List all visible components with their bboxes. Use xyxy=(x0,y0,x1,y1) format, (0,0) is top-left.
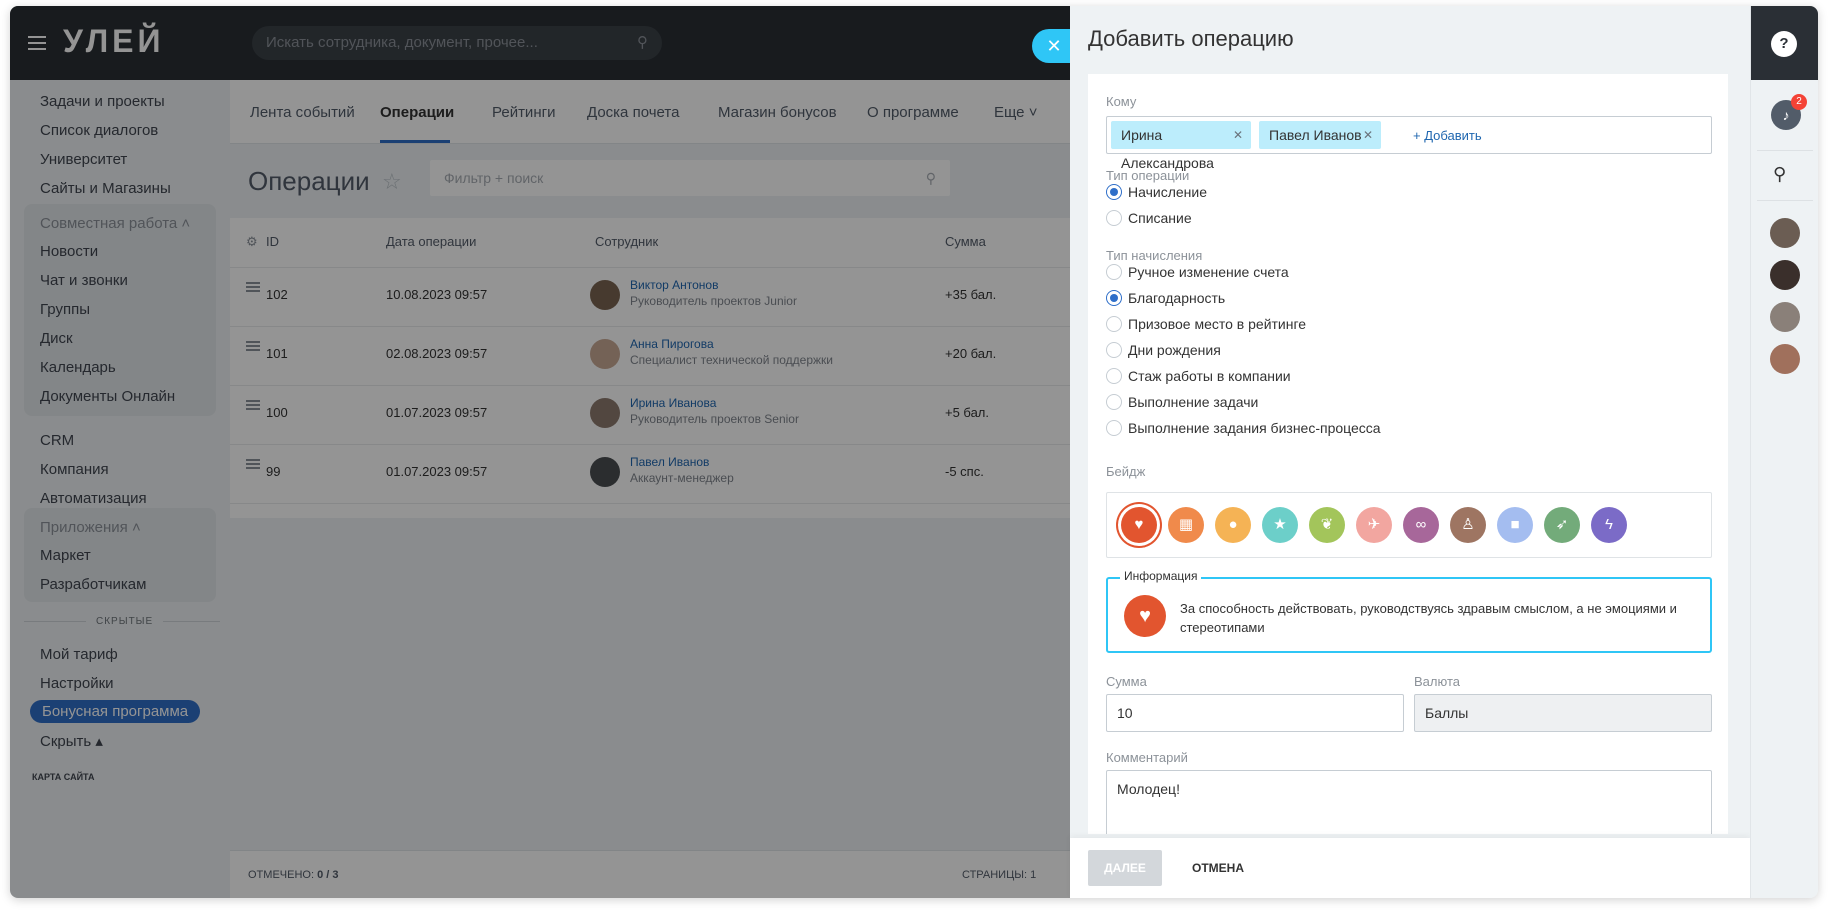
currency-label: Валюта xyxy=(1414,674,1460,689)
sum-label: Сумма xyxy=(1106,674,1147,689)
modal-overlay[interactable] xyxy=(10,6,1070,898)
heart-icon[interactable]: ♥ xyxy=(1121,507,1157,543)
comment-label: Комментарий xyxy=(1106,750,1188,765)
recipient-name: Павел Иванов xyxy=(1269,127,1362,143)
help-area: ? xyxy=(1751,6,1818,80)
app-window: УЛЕЙ Искать сотрудника, документ, прочее… xyxy=(10,6,1818,898)
recipient-name: Ирина Александрова xyxy=(1121,127,1214,171)
comment-textarea[interactable]: Молодец! xyxy=(1106,770,1712,834)
info-box: Информация ♥ За способность действовать,… xyxy=(1106,569,1712,653)
cake-icon[interactable]: ▦ xyxy=(1168,507,1204,543)
radio-label: Благодарность xyxy=(1128,290,1226,306)
next-button[interactable]: ДАЛЕЕ xyxy=(1088,850,1162,886)
radio-button[interactable] xyxy=(1106,368,1122,384)
avatar[interactable] xyxy=(1770,302,1800,332)
remove-icon[interactable]: ✕ xyxy=(1233,121,1243,149)
recipients-field[interactable]: Ирина Александрова ✕ Павел Иванов ✕ + До… xyxy=(1106,116,1712,171)
recipient-chip[interactable]: Ирина Александрова ✕ xyxy=(1111,121,1251,171)
bell-icon: ♪ xyxy=(1782,107,1790,123)
radio-button[interactable] xyxy=(1106,394,1122,410)
operation-form: Кому Ирина Александрова ✕ Павел Иванов ✕… xyxy=(1088,74,1728,834)
chat-icon[interactable]: ● xyxy=(1215,507,1251,543)
divider xyxy=(1757,150,1813,151)
bolt-icon[interactable]: ϟ xyxy=(1591,507,1627,543)
recipient-chip[interactable]: Павел Иванов ✕ xyxy=(1259,121,1381,149)
radio-button[interactable] xyxy=(1106,210,1122,226)
help-icon[interactable]: ? xyxy=(1771,31,1797,57)
radio-label: Дни рождения xyxy=(1128,342,1221,358)
right-rail: ? ♪ 2 ⚲ xyxy=(1750,6,1818,898)
radio-button[interactable] xyxy=(1106,184,1122,200)
avatar[interactable] xyxy=(1770,260,1800,290)
radio-button[interactable] xyxy=(1106,342,1122,358)
close-panel-button[interactable]: ✕ xyxy=(1032,29,1072,63)
cancel-button[interactable]: ОТМЕНА xyxy=(1192,850,1244,886)
panel-footer: ДАЛЕЕ ОТМЕНА xyxy=(1070,838,1750,898)
currency-field: Баллы xyxy=(1414,694,1712,732)
rocket-icon[interactable]: ➶ xyxy=(1544,507,1580,543)
badge-picker: ♥ ▦ ● ★ ❦ ✈ ∞ ♙ ■ ➶ ϟ xyxy=(1106,492,1712,558)
divider xyxy=(1757,200,1813,201)
radio-button[interactable] xyxy=(1106,420,1122,436)
radio-label: Призовое место в рейтинге xyxy=(1128,316,1307,332)
gift-icon[interactable]: ■ xyxy=(1497,507,1533,543)
remove-icon[interactable]: ✕ xyxy=(1363,121,1373,149)
panel-title: Добавить операцию xyxy=(1088,26,1294,51)
binoculars-icon[interactable]: ∞ xyxy=(1403,507,1439,543)
radio-label: Выполнение задачи xyxy=(1128,394,1259,410)
notifications-button[interactable]: ♪ 2 xyxy=(1771,94,1807,130)
leaf-icon[interactable]: ❦ xyxy=(1309,507,1345,543)
badge-label: Бейдж xyxy=(1106,464,1146,479)
add-recipient-link[interactable]: + Добавить xyxy=(1413,128,1482,143)
heart-icon: ♥ xyxy=(1124,595,1166,637)
info-text: За способность действовать, руководствуя… xyxy=(1180,601,1677,635)
person-icon[interactable]: ♙ xyxy=(1450,507,1486,543)
add-operation-panel: Добавить операцию Кому Ирина Александров… xyxy=(1070,6,1750,898)
recipients-label: Кому xyxy=(1106,94,1137,109)
radio-label: Списание xyxy=(1128,210,1192,226)
radio-button[interactable] xyxy=(1106,316,1122,332)
accrual-type-label: Тип начисления xyxy=(1106,248,1203,263)
radio-button[interactable] xyxy=(1106,290,1122,306)
radio-label: Стаж работы в компании xyxy=(1128,368,1291,384)
radio-label: Ручное изменение счета xyxy=(1128,264,1289,280)
radio-label: Начисление xyxy=(1128,184,1207,200)
avatar[interactable] xyxy=(1770,344,1800,374)
close-icon: ✕ xyxy=(1046,36,1062,56)
info-caption: Информация xyxy=(1120,569,1202,583)
sum-input[interactable]: 10 xyxy=(1106,694,1404,732)
search-icon[interactable]: ⚲ xyxy=(1773,164,1786,185)
plane-icon[interactable]: ✈ xyxy=(1356,507,1392,543)
radio-label: Выполнение задания бизнес-процесса xyxy=(1128,420,1381,436)
operation-type-label: Тип операции xyxy=(1106,168,1190,183)
radio-button[interactable] xyxy=(1106,264,1122,280)
star-icon[interactable]: ★ xyxy=(1262,507,1298,543)
avatar[interactable] xyxy=(1770,218,1800,248)
notification-count-badge: 2 xyxy=(1791,94,1807,110)
